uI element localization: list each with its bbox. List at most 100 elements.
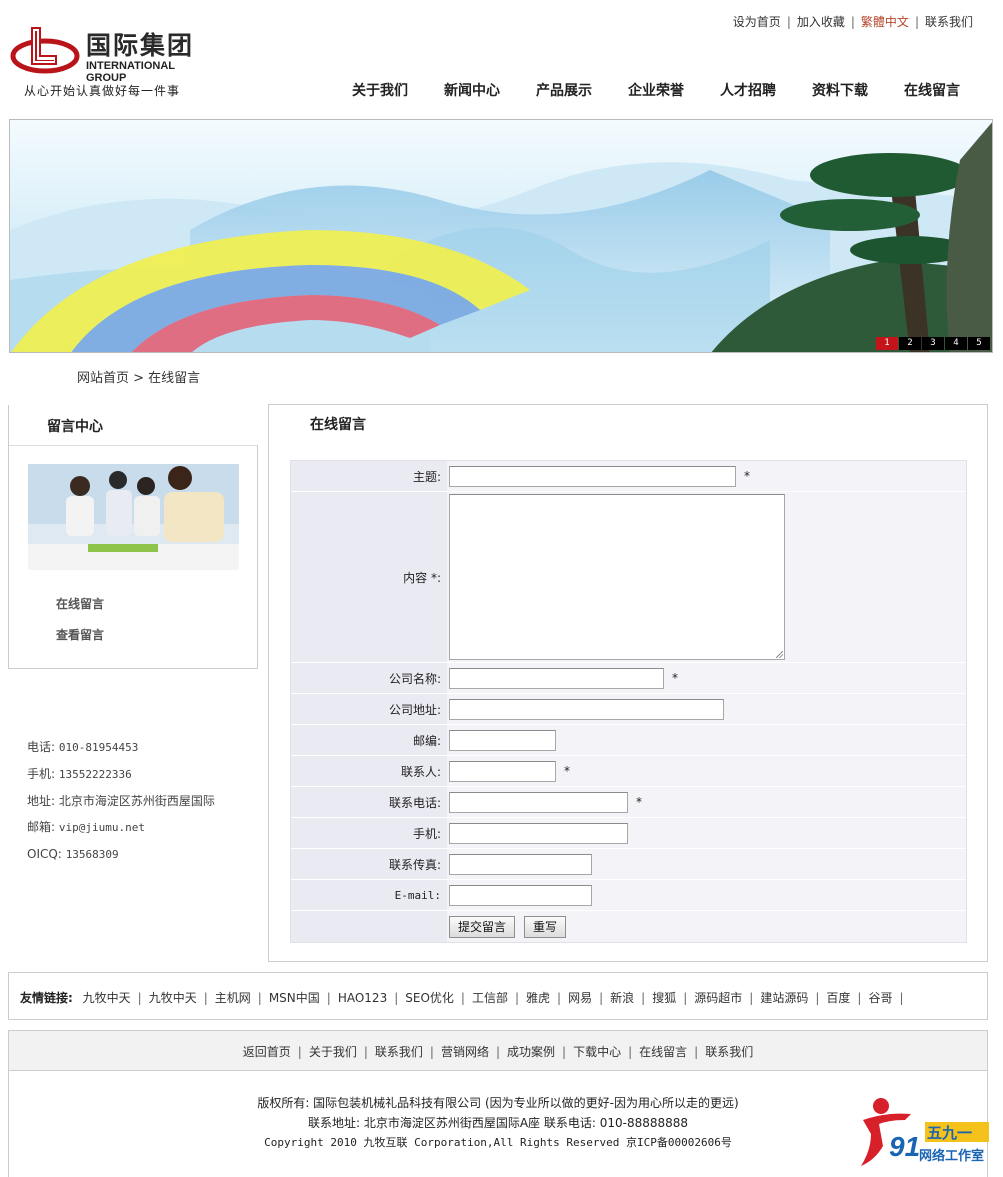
friend-link[interactable]: 九牧中天 bbox=[83, 991, 131, 1005]
nav-news[interactable]: 新闻中心 bbox=[426, 80, 518, 100]
company-input[interactable] bbox=[449, 667, 664, 689]
banner-slider[interactable]: 1 2 3 4 5 bbox=[9, 119, 993, 353]
friend-link[interactable]: 建站源码 bbox=[760, 991, 808, 1005]
sidebar-header: 留言中心 bbox=[9, 405, 259, 445]
slide-dot-3[interactable]: 3 bbox=[922, 337, 944, 350]
footer-nav-link[interactable]: 营销网络 bbox=[441, 1045, 489, 1059]
friend-link[interactable]: HAO123 bbox=[338, 991, 387, 1005]
form-row-phone: 联系电话: * bbox=[291, 787, 966, 818]
footer-contact-line: 联系地址: 北京市海淀区苏州街西屋国际A座 联系电话: 010-88888888 bbox=[307, 1116, 689, 1130]
nav-guestbook[interactable]: 在线留言 bbox=[886, 80, 978, 100]
nav-downloads[interactable]: 资料下载 bbox=[794, 80, 886, 100]
slide-dot-1[interactable]: 1 bbox=[876, 337, 898, 350]
top-links: 设为首页 | 加入收藏 | 繁體中文 | 联系我们 bbox=[733, 13, 973, 30]
fax-input[interactable] bbox=[449, 853, 592, 875]
phone-input[interactable] bbox=[449, 791, 628, 813]
site-logo[interactable]: 国际集团 INTERNATIONAL GROUP 从心开始认真做好每一件事 bbox=[6, 4, 208, 98]
nav-honors[interactable]: 企业荣誉 bbox=[610, 80, 702, 100]
footer-nav-link[interactable]: 成功案例 bbox=[507, 1045, 555, 1059]
submit-button[interactable]: 提交留言 bbox=[449, 915, 516, 938]
footer-nav-link[interactable]: 联系我们 bbox=[375, 1045, 423, 1059]
divider: | bbox=[363, 1045, 368, 1059]
slide-dot-5[interactable]: 5 bbox=[968, 337, 990, 350]
friend-link[interactable]: 百度 bbox=[826, 991, 850, 1005]
nav-about[interactable]: 关于我们 bbox=[334, 80, 426, 100]
divider: | bbox=[495, 1045, 501, 1059]
content-textarea[interactable] bbox=[449, 494, 785, 660]
friend-link[interactable]: 搜狐 bbox=[652, 991, 676, 1005]
message-form: 主题: * 内容 *: 公司名称: * 公司地址: 邮编: 联系人: * 联系电… bbox=[290, 460, 967, 943]
divider: | bbox=[514, 991, 520, 1005]
mobile-input[interactable] bbox=[449, 822, 628, 844]
friend-link[interactable]: 源码超市 bbox=[694, 991, 742, 1005]
add-favorite-link[interactable]: 加入收藏 bbox=[797, 15, 845, 29]
footer-nav-link[interactable]: 联系我们 bbox=[705, 1045, 753, 1059]
team-photo bbox=[28, 464, 239, 570]
logo-mark-icon bbox=[10, 27, 80, 74]
friend-link[interactable]: SEO优化 bbox=[405, 991, 454, 1005]
sidebar-item-leave-message[interactable]: 在线留言 bbox=[56, 595, 104, 612]
badge-cn-top: 五九一 bbox=[927, 1124, 972, 1142]
nav-products[interactable]: 产品展示 bbox=[518, 80, 610, 100]
contact-phone: 电话: 010-81954453 bbox=[27, 740, 139, 754]
divider: | bbox=[257, 991, 262, 1005]
divider: | bbox=[394, 991, 399, 1005]
contact-person-input[interactable] bbox=[449, 760, 556, 782]
divider: | bbox=[899, 991, 904, 1005]
email-input[interactable] bbox=[449, 884, 592, 906]
mobile-label: 手机: bbox=[412, 826, 441, 841]
friend-link[interactable]: 工信部 bbox=[472, 991, 508, 1005]
footer-nav-link[interactable]: 返回首页 bbox=[243, 1045, 291, 1059]
sidebar-title: 留言中心 bbox=[47, 419, 103, 435]
divider: | bbox=[694, 1045, 699, 1059]
friend-link[interactable]: MSN中国 bbox=[269, 991, 320, 1005]
set-homepage-link[interactable]: 设为首页 bbox=[733, 15, 781, 29]
friend-link[interactable]: 新浪 bbox=[610, 991, 634, 1005]
contact-mobile: 手机: 13552222336 bbox=[27, 767, 132, 781]
logo-chinese-text: 国际集团 bbox=[86, 31, 195, 60]
contact-us-link[interactable]: 联系我们 bbox=[925, 15, 973, 29]
address-input[interactable] bbox=[449, 698, 724, 720]
footer-nav-link[interactable]: 在线留言 bbox=[639, 1045, 687, 1059]
friend-link[interactable]: 谷哥 bbox=[868, 991, 892, 1005]
form-row-email: E-mail: bbox=[291, 880, 966, 911]
breadcrumb[interactable]: 网站首页 > 在线留言 bbox=[77, 367, 200, 386]
company-label: 公司名称: bbox=[388, 671, 441, 686]
divider: | bbox=[203, 991, 208, 1005]
subject-input[interactable] bbox=[449, 465, 736, 487]
logo-english-text: INTERNATIONAL GROUP bbox=[86, 60, 175, 84]
contact-person-label: 联系人: bbox=[400, 764, 441, 779]
slide-dot-2[interactable]: 2 bbox=[899, 337, 921, 350]
required-mark: * bbox=[636, 795, 642, 809]
reset-button[interactable]: 重写 bbox=[524, 915, 567, 938]
divider: | bbox=[599, 991, 604, 1005]
divider: | bbox=[815, 991, 820, 1005]
footer-nav-link[interactable]: 关于我们 bbox=[309, 1045, 357, 1059]
fax-label: 联系传真: bbox=[388, 857, 441, 872]
studio-badge-logo: 91 五九一 网络工作室 bbox=[861, 1098, 989, 1166]
slogan: 从心开始认真做好每一件事 bbox=[24, 84, 181, 98]
sidebar-item-view-messages[interactable]: 查看留言 bbox=[56, 626, 104, 643]
friend-link[interactable]: 雅虎 bbox=[526, 991, 550, 1005]
required-mark: * bbox=[564, 764, 570, 778]
zip-input[interactable] bbox=[449, 729, 556, 751]
friend-link[interactable]: 网易 bbox=[568, 991, 592, 1005]
friend-link[interactable]: 九牧中天 bbox=[149, 991, 197, 1005]
form-row-buttons: 提交留言 重写 bbox=[291, 911, 966, 942]
divider: | bbox=[297, 1045, 302, 1059]
divider: | bbox=[460, 991, 465, 1005]
nav-jobs[interactable]: 人才招聘 bbox=[702, 80, 794, 100]
contact-address: 地址: 北京市海淀区苏州街西屋国际 bbox=[27, 794, 215, 808]
main-nav: 关于我们 新闻中心 产品展示 企业荣誉 人才招聘 资料下载 在线留言 bbox=[334, 80, 984, 100]
traditional-chinese-link[interactable]: 繁體中文 bbox=[861, 15, 909, 29]
form-row-content: 内容 *: bbox=[291, 492, 966, 663]
divider: | bbox=[326, 991, 331, 1005]
divider: | bbox=[137, 991, 142, 1005]
divider: | bbox=[749, 991, 754, 1005]
footer-nav: 返回首页 | 关于我们 | 联系我们 | 营销网络 | 成功案例 | 下载中心 | 在线留言 | 联系我们 bbox=[9, 1031, 987, 1071]
form-row-company: 公司名称: * bbox=[291, 663, 966, 694]
form-row-address: 公司地址: bbox=[291, 694, 966, 725]
footer-nav-link[interactable]: 下载中心 bbox=[573, 1045, 621, 1059]
friend-link[interactable]: 主机网 bbox=[215, 991, 251, 1005]
slide-dot-4[interactable]: 4 bbox=[945, 337, 967, 350]
